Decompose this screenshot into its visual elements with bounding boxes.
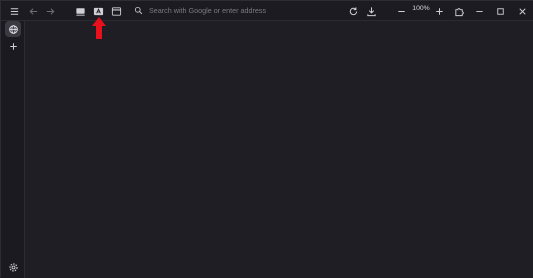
- address-placeholder: Search with Google or enter address: [149, 6, 267, 15]
- window-icon[interactable]: [108, 3, 124, 19]
- close-icon[interactable]: [514, 3, 530, 19]
- plus-icon[interactable]: [431, 3, 447, 19]
- hamburger-menu-icon[interactable]: [6, 3, 22, 19]
- toolbar: Search with Google or enter address 100%: [1, 1, 533, 21]
- address-bar[interactable]: Search with Google or enter address: [129, 2, 339, 19]
- puzzle-icon[interactable]: [451, 3, 467, 19]
- browser-window: Search with Google or enter address 100%: [0, 0, 533, 278]
- gear-icon[interactable]: [5, 259, 21, 275]
- add-panel-button[interactable]: [5, 38, 21, 54]
- plus-icon: [9, 42, 17, 50]
- zoom-level[interactable]: 100%: [410, 5, 432, 12]
- minus-icon[interactable]: [393, 3, 409, 19]
- page-content[interactable]: [25, 21, 533, 277]
- reload-icon[interactable]: [345, 3, 361, 19]
- search-icon: [134, 6, 143, 15]
- sidebar: [1, 21, 25, 278]
- forward-arrow-icon[interactable]: [42, 3, 58, 19]
- annotation-arrow-icon: [92, 17, 106, 39]
- globe-icon[interactable]: [5, 21, 21, 37]
- minimize-icon[interactable]: [471, 3, 487, 19]
- maximize-icon[interactable]: [492, 3, 508, 19]
- reader-view-icon[interactable]: [72, 3, 88, 19]
- download-icon[interactable]: [363, 3, 379, 19]
- back-arrow-icon[interactable]: [25, 3, 41, 19]
